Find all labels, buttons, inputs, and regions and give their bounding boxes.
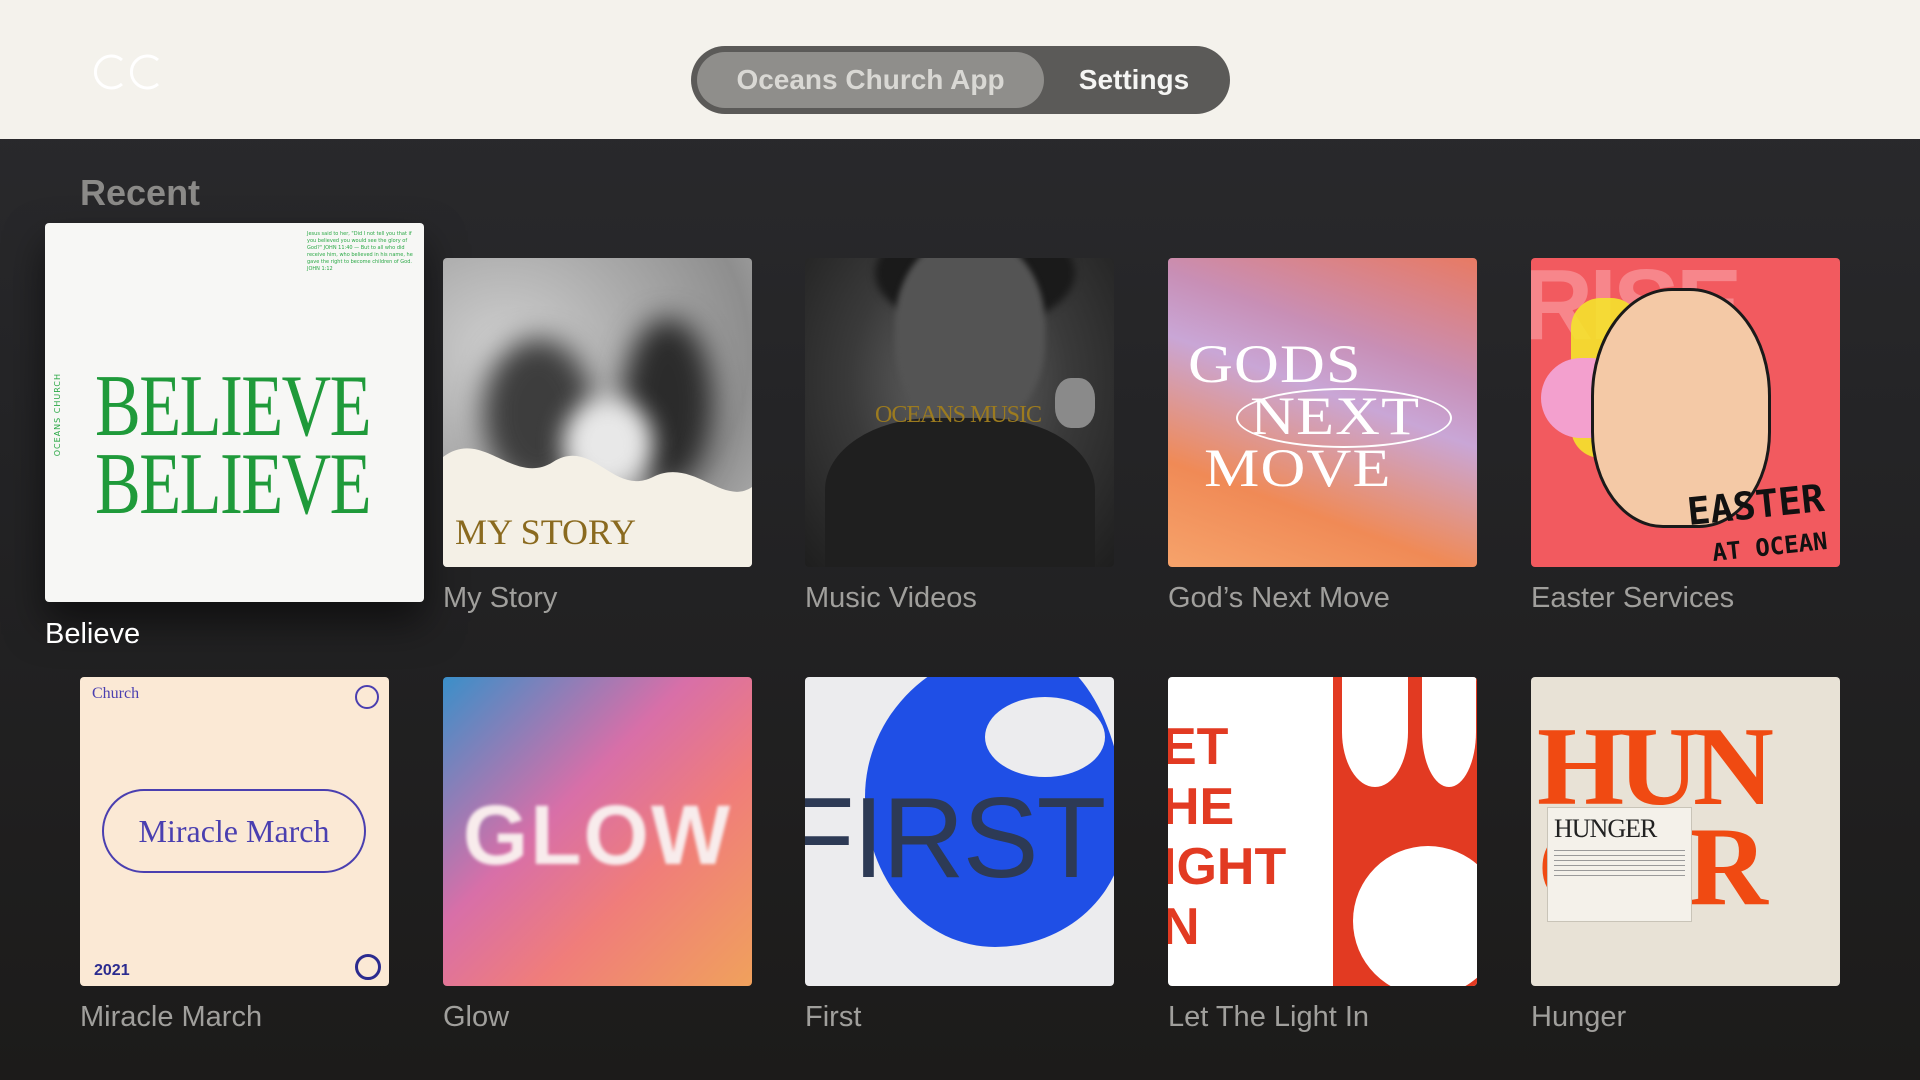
top-bar: Oceans Church App Settings: [0, 0, 1920, 139]
oceans-church-logo-icon: [93, 54, 159, 90]
believe-side-text: OCEANS CHURCH: [53, 373, 62, 457]
oceans-badge-icon: [355, 685, 379, 709]
tab-settings[interactable]: Settings: [1044, 52, 1224, 108]
light-art-title: ET HE IGHT N: [1168, 718, 1287, 956]
tile-caption: Miracle March: [80, 1001, 263, 1033]
music-videos-artwork: OCEANS MUSIC: [805, 258, 1114, 567]
believe-artwork: Jesus said to her, "Did I not tell you t…: [45, 223, 424, 602]
miracle-art-year: 2021: [94, 962, 130, 979]
gods-art-title: GODS NEXT MOVE: [1188, 334, 1421, 498]
miracle-art-title: Miracle March: [102, 789, 366, 873]
easter-art-subtitle: AT OCEAN: [1711, 527, 1830, 567]
tile-caption: Easter Services: [1531, 582, 1735, 614]
hunger-card-title: HUNGER: [1554, 814, 1657, 843]
tile-caption: Let The Light In: [1168, 1001, 1370, 1033]
let-the-light-in-artwork: ET HE IGHT N: [1168, 677, 1477, 986]
tile-caption: Music Videos: [805, 582, 977, 614]
tab-oceans-church-app[interactable]: Oceans Church App: [697, 52, 1044, 108]
music-art-title: OCEANS MUSIC: [875, 402, 1042, 428]
glow-artwork: GLOW: [443, 677, 752, 986]
believe-scripture-text: Jesus said to her, "Did I not tell you t…: [307, 231, 413, 272]
my-story-art-title: MY STORY: [455, 512, 637, 552]
glow-art-title: GLOW: [462, 788, 733, 882]
section-title: Recent: [80, 172, 201, 213]
hunger-card: HUNGER: [1547, 807, 1692, 922]
tile-caption: Hunger: [1531, 1001, 1627, 1033]
tile-caption: My Story: [443, 582, 558, 614]
gods-next-move-artwork: GODS NEXT MOVE: [1168, 258, 1477, 567]
tile-caption: God’s Next Move: [1168, 582, 1390, 614]
hunger-artwork: HUN GER HUNGER: [1531, 677, 1840, 986]
miracle-art-top: Church: [92, 685, 140, 702]
believe-art-title: BELIEVE BELIEVE: [95, 358, 372, 533]
first-artwork: FIRST: [805, 677, 1114, 986]
tile-caption: Believe: [45, 618, 141, 650]
first-art-title: FIRST: [805, 775, 1106, 902]
easter-services-artwork: RISE EASTER AT OCEAN: [1531, 258, 1840, 567]
top-segmented-control: Oceans Church App Settings: [691, 46, 1230, 114]
tile-caption: First: [805, 1001, 862, 1033]
tile-caption: Glow: [443, 1001, 510, 1033]
globe-icon: [355, 954, 381, 980]
miracle-march-artwork: Church Miracle March 2021: [80, 677, 389, 986]
my-story-artwork: MY STORY: [443, 258, 752, 567]
